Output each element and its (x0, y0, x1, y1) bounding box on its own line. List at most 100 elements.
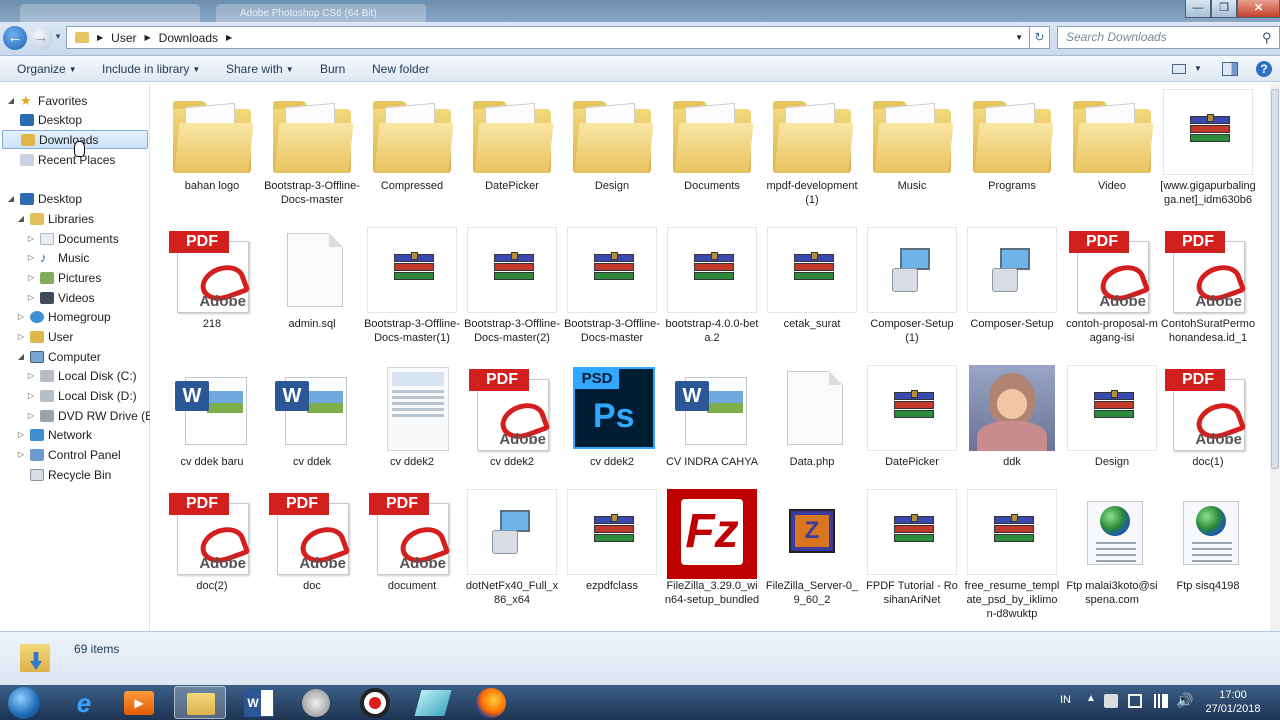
file-item[interactable]: free_resume_template_psd_by_iklimon-d8wu… (964, 489, 1060, 621)
start-button-icon[interactable] (8, 687, 40, 719)
burn-button[interactable]: Burn (320, 60, 345, 78)
file-item[interactable]: Documents (664, 89, 760, 193)
internet-explorer-icon[interactable]: e (66, 689, 102, 717)
expand-arrow-icon[interactable]: ▷ (26, 391, 36, 400)
expand-arrow-icon[interactable]: ▷ (26, 234, 36, 243)
nav-computer[interactable]: ◢ Computer (16, 347, 101, 366)
editor-app-icon[interactable] (414, 690, 452, 716)
nav-desktop[interactable]: ◢ Desktop (6, 189, 82, 208)
file-item[interactable]: Bootstrap-3-Offline-Docs-master(1) (364, 227, 460, 345)
file-item[interactable]: admin.sql (264, 227, 360, 331)
expand-arrow-icon[interactable]: ▷ (26, 273, 36, 282)
collapse-arrow-icon[interactable]: ◢ (16, 352, 26, 361)
collapse-arrow-icon[interactable]: ◢ (6, 96, 16, 105)
file-item[interactable]: Bootstrap-3-Offline-Docs-master(2) (464, 227, 560, 345)
expand-arrow-icon[interactable]: ▷ (16, 450, 26, 459)
forward-button[interactable]: → (29, 26, 53, 50)
share-with-button[interactable]: Share with ▼ (226, 60, 294, 78)
nav-user[interactable]: ▷ User (16, 327, 73, 346)
address-history-dropdown[interactable]: ▼ (1015, 33, 1023, 42)
back-button[interactable]: ← (3, 26, 27, 50)
nav-network[interactable]: ▷ Network (16, 425, 92, 444)
recent-pages-dropdown[interactable]: ▼ (54, 32, 62, 41)
maximize-button[interactable]: ❐ (1211, 0, 1237, 18)
file-item[interactable]: Adobe PDF doc(1) (1160, 365, 1256, 469)
file-item[interactable]: Ftp sisq4198 (1160, 489, 1256, 593)
nav-libraries[interactable]: ◢ Libraries (16, 209, 94, 228)
view-options-dropdown[interactable]: ▼ (1194, 60, 1202, 78)
file-item[interactable]: cv ddek2 (364, 365, 460, 469)
file-item[interactable]: FPDF Tutorial - RosihanAriNet (864, 489, 960, 607)
file-item[interactable]: mpdf-development(1) (764, 89, 860, 207)
expand-arrow-icon[interactable]: ▷ (26, 411, 36, 420)
screen-recorder-icon[interactable] (360, 688, 390, 718)
address-bar[interactable]: ▶ User ▶ Downloads ▶ ▼ (66, 26, 1030, 49)
word-taskbar-icon[interactable]: W (244, 689, 274, 717)
file-item[interactable]: Bootstrap-3-Offline-Docs-master (264, 89, 360, 207)
file-item[interactable]: Z FileZilla_Server-0_9_60_2 (764, 489, 860, 607)
expand-arrow-icon[interactable]: ▷ (16, 430, 26, 439)
nav-desktop-favorite[interactable]: Desktop (16, 110, 82, 129)
file-item[interactable]: Video (1064, 89, 1160, 193)
collapse-arrow-icon[interactable]: ◢ (6, 194, 16, 203)
change-view-icon[interactable] (1172, 64, 1186, 74)
explorer-taskbar-button[interactable] (174, 686, 226, 719)
organize-button[interactable]: Organize ▼ (17, 60, 77, 78)
nav-documents[interactable]: ▷ Documents (26, 229, 119, 248)
file-item[interactable]: Programs (964, 89, 1060, 193)
nav-pictures[interactable]: ▷ Pictures (26, 268, 101, 287)
file-item[interactable]: Adobe PDF contoh-proposal-magang-isi (1064, 227, 1160, 345)
search-input[interactable]: Search Downloads (1057, 26, 1280, 49)
file-item[interactable]: Adobe PDF cv ddek2 (464, 365, 560, 469)
file-item[interactable]: dotNetFx40_Full_x86_x64 (464, 489, 560, 607)
file-item[interactable]: Design (564, 89, 660, 193)
file-item[interactable]: Composer-Setup(1) (864, 227, 960, 345)
file-item[interactable]: Ftp malai3koto@sispena.com (1064, 489, 1160, 607)
expand-arrow-icon[interactable]: ▷ (16, 312, 26, 321)
tray-app-icon[interactable] (1104, 694, 1118, 708)
file-item[interactable]: ezpdfclass (564, 489, 660, 593)
nav-dvd-drive[interactable]: ▷ DVD RW Drive (E:) (26, 406, 161, 425)
action-center-icon[interactable] (1128, 694, 1142, 708)
breadcrumb-user[interactable]: User (111, 31, 136, 45)
volume-icon[interactable]: 🔊 (1176, 692, 1193, 709)
file-item[interactable]: [www.gigapurbalingga.net]_idm630b6 (1160, 89, 1256, 207)
expand-arrow-icon[interactable]: ▷ (26, 371, 36, 380)
file-item[interactable]: Music (864, 89, 960, 193)
file-item[interactable]: DatePicker (464, 89, 560, 193)
vertical-scrollbar[interactable] (1270, 83, 1280, 631)
nav-local-disk-c[interactable]: ▷ Local Disk (C:) (26, 366, 137, 385)
nav-local-disk-d[interactable]: ▷ Local Disk (D:) (26, 386, 137, 405)
file-item[interactable]: bahan logo (164, 89, 260, 193)
file-item[interactable]: DatePicker (864, 365, 960, 469)
file-item[interactable]: ddk (964, 365, 1060, 469)
media-player-icon[interactable]: ▶ (124, 691, 154, 715)
file-item[interactable]: Fz FileZilla_3.29.0_win64-setup_bundled (664, 489, 760, 607)
file-item[interactable]: PSD Ps cv ddek2 (564, 365, 660, 469)
nav-homegroup[interactable]: ▷ Homegroup (16, 307, 111, 326)
file-item[interactable]: Data.php (764, 365, 860, 469)
close-button[interactable]: ✕ (1237, 0, 1280, 18)
help-icon[interactable]: ? (1256, 61, 1272, 77)
include-in-library-button[interactable]: Include in library ▼ (102, 60, 200, 78)
nav-music[interactable]: ▷ ♪ Music (26, 248, 89, 267)
nav-recent-places[interactable]: Recent Places (16, 150, 115, 169)
file-item[interactable]: Wcv ddek baru (164, 365, 260, 469)
scrollbar-thumb[interactable] (1271, 89, 1279, 469)
file-item[interactable]: Adobe PDF ContohSuratPermohonandesa.id_1 (1160, 227, 1256, 345)
new-folder-button[interactable]: New folder (372, 60, 429, 78)
nav-control-panel[interactable]: ▷ Control Panel (16, 445, 121, 464)
file-item[interactable]: Adobe PDF doc (264, 489, 360, 593)
file-item[interactable]: Adobe PDF 218 (164, 227, 260, 331)
network-signal-icon[interactable] (1152, 694, 1168, 708)
firefox-icon[interactable] (476, 688, 506, 718)
clock[interactable]: 17:00 27/01/2018 (1198, 688, 1268, 716)
file-item[interactable]: Adobe PDF document (364, 489, 460, 593)
file-item[interactable]: bootstrap-4.0.0-beta.2 (664, 227, 760, 345)
preview-pane-icon[interactable] (1222, 62, 1238, 76)
file-item[interactable]: W CV INDRA CAHYA (664, 365, 760, 469)
file-item[interactable]: Adobe PDF doc(2) (164, 489, 260, 593)
language-indicator[interactable]: IN (1060, 694, 1071, 706)
file-item[interactable]: Compressed (364, 89, 460, 193)
nav-recycle-bin[interactable]: Recycle Bin (26, 465, 111, 484)
